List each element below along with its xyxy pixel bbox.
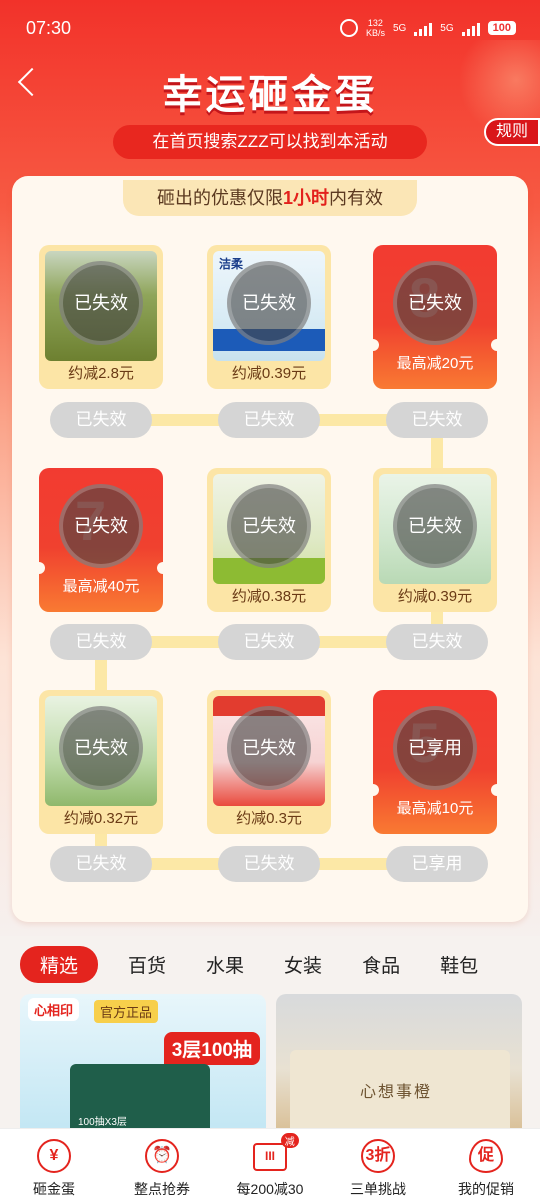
product-image: 心想事橙 (290, 1050, 510, 1134)
egg-tile-3[interactable]: 8 已失效 最高减20元 (367, 245, 503, 389)
notice-prefix: 砸出的优惠仅限 (156, 188, 283, 208)
used-stamp: 已享用 (393, 706, 477, 790)
discount-text: 最高减10元 (396, 800, 474, 817)
nav-smash-egg[interactable]: ¥ 砸金蛋 (0, 1129, 108, 1200)
activity-hint: 在首页搜索ZZZ可以找到本活动 (113, 125, 427, 159)
tab-general-goods[interactable]: 百货 (128, 951, 166, 978)
egg-tile-2[interactable]: 洁柔 已失效 约减0.39元 (207, 245, 331, 389)
status-pill[interactable]: 已失效 (50, 846, 152, 882)
network-type-1: 5G (392, 22, 407, 34)
nav-hourly-coupons[interactable]: ⏰ 整点抢券 (108, 1129, 216, 1200)
egg-tile-6[interactable]: 已失效 约减0.39元 (373, 468, 497, 612)
expired-stamp: 已失效 (227, 261, 311, 345)
nav-spend-discount[interactable]: III 减 每200减30 (216, 1129, 324, 1200)
mat-text: 心想事橙 (360, 1084, 433, 1101)
page-title: 幸运砸金蛋 (162, 73, 378, 117)
official-tag: 官方正品 (94, 1000, 159, 1023)
expired-stamp: 已失效 (393, 484, 477, 568)
nav-three-order-challenge[interactable]: 3折 三单挑战 (324, 1129, 432, 1200)
expired-stamp: 已失效 (227, 706, 311, 790)
discount-text: 最高减40元 (62, 578, 140, 595)
battery-icon: 100 (487, 21, 516, 35)
product-card[interactable]: 心相印 官方正品 3层100抽 100抽X3层 (20, 994, 266, 1144)
egg-tile-8[interactable]: 已失效 约减0.3元 (207, 690, 331, 834)
status-pill[interactable]: 已失效 (50, 624, 152, 660)
tab-womens-wear[interactable]: 女装 (284, 951, 322, 978)
network-type-2: 5G (440, 22, 454, 34)
signal-icon (461, 20, 480, 36)
alarm-icon (339, 19, 358, 37)
rules-button[interactable]: 规则 (484, 118, 540, 146)
status-bar: 07:30 132 KB/s 5G 5G 100 (0, 0, 540, 60)
status-pill[interactable]: 已失效 (386, 624, 488, 660)
reduce-badge: 减 (280, 1133, 299, 1148)
discount-text: 约减0.32元 (63, 810, 139, 827)
egg-tile-7[interactable]: 已失效 约减0.32元 (39, 690, 163, 834)
egg-tile-4[interactable]: 7 已失效 最高减40元 (33, 468, 169, 612)
signal-icon (414, 20, 433, 36)
expired-stamp: 已失效 (393, 261, 477, 345)
nav-label: 每200减30 (236, 1181, 304, 1197)
network-speed-value: 132 (367, 18, 383, 28)
tab-shoes-bags[interactable]: 鞋包 (440, 951, 478, 978)
discount-text: 约减0.3元 (236, 810, 302, 827)
brand-logo: 心相印 (28, 998, 80, 1021)
tab-fruit[interactable]: 水果 (206, 951, 244, 978)
nav-label: 我的促销 (458, 1181, 514, 1197)
promo-heart-icon: 促 (469, 1139, 503, 1173)
tab-food[interactable]: 食品 (362, 951, 400, 978)
product-brand: 洁柔 (219, 257, 244, 271)
nav-label: 整点抢券 (134, 1181, 190, 1197)
product-badge: 3层100抽 (163, 1032, 260, 1065)
clock: 07:30 (26, 18, 72, 38)
egg-tile-9[interactable]: 5 已享用 最高减10元 (367, 690, 503, 834)
yen-icon: ¥ (37, 1139, 71, 1173)
discount-text: 最高减20元 (396, 355, 474, 372)
expired-stamp: 已失效 (59, 484, 143, 568)
network-speed-unit: KB/s (365, 28, 385, 38)
nav-my-promotions[interactable]: 促 我的促销 (432, 1129, 540, 1200)
product-image: 100抽X3层 (70, 1064, 210, 1134)
expired-stamp: 已失效 (59, 261, 143, 345)
category-tabs: 精选 百货 水果 女装 食品 鞋包 (0, 944, 540, 984)
discount-text: 约减0.39元 (231, 365, 307, 382)
tab-featured[interactable]: 精选 (20, 945, 99, 983)
status-pill[interactable]: 已失效 (218, 402, 320, 438)
bottom-nav: ¥ 砸金蛋 ⏰ 整点抢券 III 减 每200减30 3折 三单挑战 促 我的促… (0, 1128, 540, 1200)
notice-suffix: 内有效 (329, 188, 383, 208)
status-pill[interactable]: 已失效 (218, 624, 320, 660)
notice-highlight: 1小时 (282, 188, 329, 208)
discount-icon: 3折 (361, 1139, 395, 1173)
status-pill[interactable]: 已失效 (218, 846, 320, 882)
expired-stamp: 已失效 (227, 484, 311, 568)
nav-label: 砸金蛋 (33, 1181, 75, 1197)
expired-stamp: 已失效 (59, 706, 143, 790)
egg-tile-5[interactable]: 已失效 约减0.38元 (207, 468, 331, 612)
discount-text: 约减0.38元 (231, 588, 307, 605)
status-pill[interactable]: 已失效 (50, 402, 152, 438)
validity-notice: 砸出的优惠仅限1小时内有效 (123, 180, 417, 216)
network-speed: 132 KB/s (366, 18, 385, 38)
pack-label: 100抽X3层 (78, 1117, 127, 1128)
product-card[interactable]: 心想事橙 (276, 994, 522, 1144)
cart-icon: III (253, 1143, 287, 1171)
status-icons: 132 KB/s 5G 5G 100 (339, 18, 516, 38)
alarm-clock-icon: ⏰ (145, 1139, 179, 1173)
discount-text: 约减0.39元 (397, 588, 473, 605)
nav-label: 三单挑战 (350, 1181, 406, 1197)
status-pill[interactable]: 已失效 (386, 402, 488, 438)
discount-text: 约减2.8元 (68, 365, 134, 382)
status-pill[interactable]: 已享用 (386, 846, 488, 882)
egg-tile-1[interactable]: 已失效 约减2.8元 (39, 245, 163, 389)
